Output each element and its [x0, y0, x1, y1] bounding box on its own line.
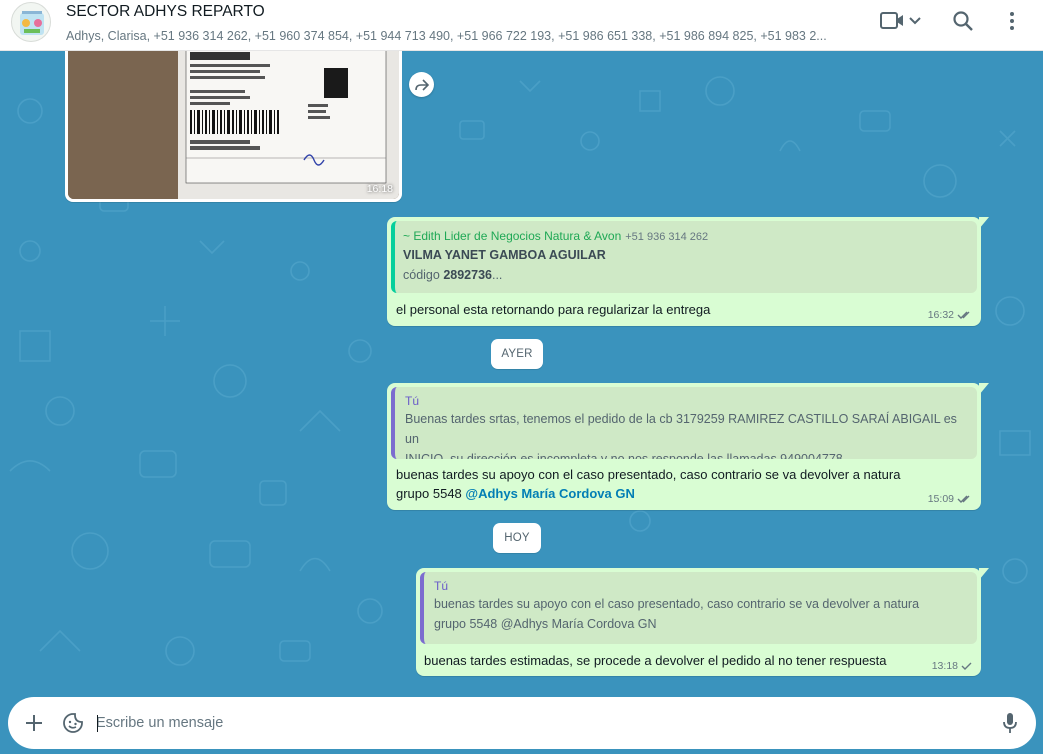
more-vertical-icon [1010, 12, 1014, 30]
forward-button[interactable] [409, 72, 434, 97]
composer-bar [0, 693, 1043, 754]
quote-prefix: código [403, 268, 444, 282]
message-meta: 13:18 [932, 660, 973, 672]
quote-suffix: ... [491, 268, 503, 282]
search-button[interactable] [951, 8, 975, 34]
message-list[interactable]: 16:18 ~ Edith Lider de Negocios Natura &… [0, 51, 1043, 693]
menu-button[interactable] [1001, 8, 1023, 34]
sticker-button[interactable] [61, 711, 85, 735]
message-line: grupo 5548 @Adhys María Cordova GN [396, 484, 900, 503]
package-photo[interactable]: 16:18 [68, 51, 399, 199]
message-time: 16:32 [927, 309, 954, 321]
quote-author: Tú [434, 579, 449, 593]
chat-members: Adhys, Clarisa, +51 936 314 262, +51 960… [66, 29, 827, 43]
message-time: 15:09 [927, 493, 954, 505]
image-message[interactable]: 16:18 [65, 51, 402, 202]
text-caret [97, 715, 98, 732]
quote-line: grupo 5548 @Adhys María Cordova GN [434, 617, 657, 631]
quote-line: buenas tardes su apoyo con el caso prese… [434, 597, 920, 611]
image-time: 16:18 [366, 183, 393, 195]
sticker-icon [63, 713, 83, 733]
double-check-icon [957, 495, 970, 503]
search-icon [953, 11, 973, 31]
video-call-button[interactable] [879, 8, 925, 34]
message-input[interactable] [96, 709, 976, 737]
message-text: buenas tardes su apoyo con el caso prese… [396, 465, 900, 503]
quote-phone: +51 936 314 262 [625, 231, 709, 243]
quote-header: ~ Edith Lider de Negocios Natura & Avon +… [403, 227, 969, 245]
group-avatar[interactable] [11, 2, 51, 42]
message-text: buenas tardes estimadas, se procede a de… [424, 653, 887, 668]
quoted-message[interactable]: Tú Buenas tardes srtas, tenemos el pedid… [391, 387, 977, 459]
message-time: 13:18 [931, 660, 958, 672]
quoted-message[interactable]: ~ Edith Lider de Negocios Natura & Avon +… [391, 221, 977, 293]
quoted-message[interactable]: Tú buenas tardes su apoyo con el caso pr… [420, 572, 977, 644]
video-camera-icon [880, 12, 921, 29]
quote-line: VILMA YANET GAMBOA AGUILAR [403, 248, 606, 262]
microphone-icon [1003, 713, 1017, 733]
mention-link[interactable]: @Adhys María Cordova GN [465, 486, 634, 501]
header-info[interactable]: SECTOR ADHYS REPARTO Adhys, Clarisa, +51… [66, 2, 846, 45]
chat-header: SECTOR ADHYS REPARTO Adhys, Clarisa, +51… [0, 0, 1043, 51]
single-check-icon [961, 662, 972, 670]
message-text: el personal esta retornando para regular… [396, 302, 711, 317]
quote-author: ~ Edith Lider de Negocios Natura & Avon [403, 229, 622, 243]
double-check-icon [957, 311, 970, 319]
chat-title: SECTOR ADHYS REPARTO [66, 3, 265, 20]
plus-icon [26, 715, 42, 731]
voice-message-button[interactable] [998, 711, 1022, 735]
message-bubble[interactable]: ~ Edith Lider de Negocios Natura & Avon +… [387, 217, 989, 326]
forward-icon [414, 78, 429, 91]
quote-line: INICIO, su dirección es incompleta y no … [405, 452, 843, 459]
quote-line: Buenas tardes srtas, tenemos el pedido d… [405, 412, 957, 446]
message-bubble[interactable]: Tú buenas tardes su apoyo con el caso pr… [416, 568, 989, 676]
attach-button[interactable] [22, 711, 46, 735]
quote-author: Tú [405, 394, 420, 408]
quote-line: código 2892736... [403, 265, 969, 285]
message-meta: 15:09 [928, 493, 973, 505]
quote-code: 2892736 [443, 268, 492, 282]
message-fragment: grupo 5548 [396, 486, 466, 501]
day-chip-today: HOY [493, 523, 541, 553]
composer [8, 697, 1036, 749]
day-chip-yesterday: AYER [491, 339, 543, 369]
package-label-image [68, 51, 399, 199]
message-meta: 16:32 [928, 309, 973, 321]
message-line: buenas tardes su apoyo con el caso prese… [396, 467, 901, 482]
message-bubble[interactable]: Tú Buenas tardes srtas, tenemos el pedid… [387, 383, 989, 510]
